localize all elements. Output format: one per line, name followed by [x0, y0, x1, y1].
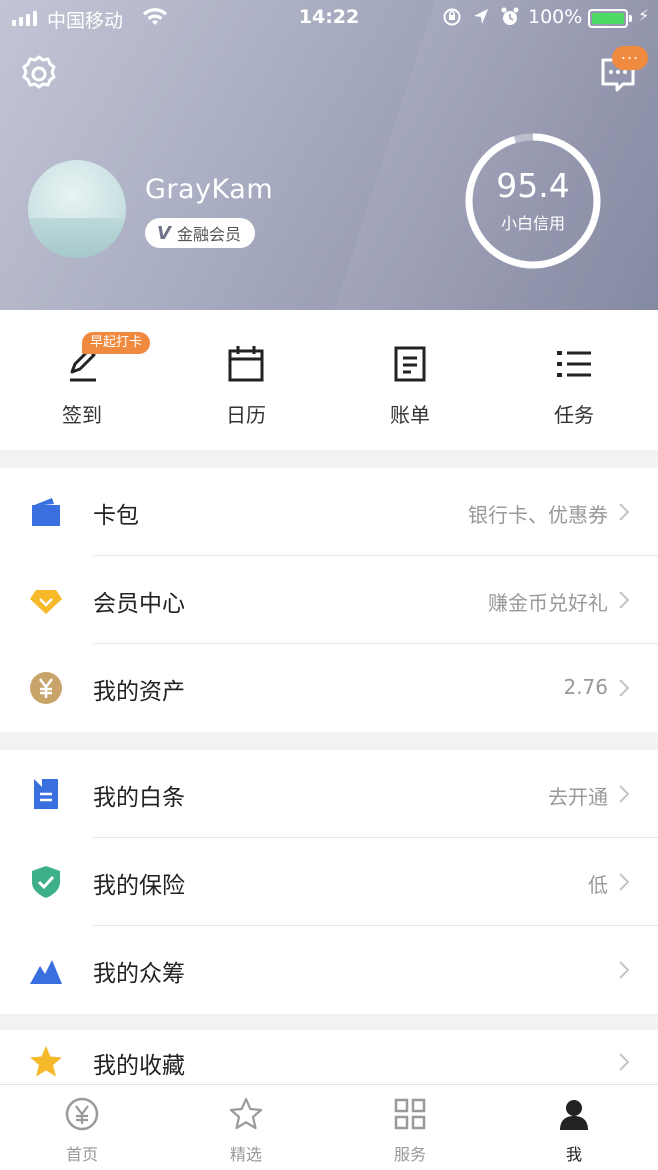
rotation-lock-icon	[443, 8, 461, 26]
early-checkin-tag: 早起打卡	[82, 332, 151, 354]
list-section-favorites: 我的收藏	[0, 1030, 658, 1084]
row-value: 去开通	[548, 785, 608, 809]
row-title: 我的白条	[93, 785, 185, 811]
alarm-icon	[501, 7, 519, 25]
list-icon	[557, 351, 591, 377]
charging-icon: ⚡	[638, 6, 650, 25]
yuan-icon	[65, 1097, 99, 1131]
quick-action-calendar[interactable]: 日历	[164, 310, 328, 450]
avatar[interactable]	[28, 160, 126, 258]
row-title: 会员中心	[93, 591, 185, 617]
row-title: 卡包	[93, 503, 139, 529]
row-value: 低	[588, 873, 608, 897]
profile-header: 中国移动 14:22 100% ⚡ ... GrayKam V 金融会员 95.…	[0, 0, 658, 310]
row-my-iou[interactable]: 我的白条 去开通	[0, 750, 658, 838]
tab-me[interactable]: 我	[492, 1085, 656, 1170]
row-title: 我的众筹	[93, 961, 185, 987]
grid-icon	[394, 1098, 426, 1130]
calendar-icon	[228, 346, 264, 382]
row-my-insurance[interactable]: 我的保险 低	[0, 838, 658, 926]
row-my-assets[interactable]: 我的资产 2.76	[0, 644, 658, 732]
row-value: 银行卡、优惠券	[468, 503, 608, 527]
tab-label: 首页	[65, 1145, 98, 1164]
chevron-right-icon	[619, 785, 630, 803]
tab-featured[interactable]: 精选	[164, 1085, 328, 1170]
credit-score-label: 小白信用	[500, 214, 565, 233]
quick-action-tasks[interactable]: 任务	[492, 310, 656, 450]
star-outline-icon	[229, 1097, 263, 1130]
list-section-finance: 我的白条 去开通 我的保险 低 我的众筹	[0, 750, 658, 1014]
quick-action-label: 签到	[62, 403, 102, 427]
tab-bar: 首页 精选 服务 我	[0, 1084, 658, 1170]
row-my-favorites[interactable]: 我的收藏	[0, 1030, 658, 1084]
row-value: 赚金币兑好礼	[488, 591, 608, 615]
row-card-wallet[interactable]: 卡包 银行卡、优惠券	[0, 468, 658, 556]
bill-icon	[394, 346, 426, 382]
person-icon	[560, 1100, 588, 1130]
message-badge: ...	[612, 46, 648, 70]
member-v-icon: V	[157, 222, 171, 244]
wallet-icon	[32, 498, 60, 526]
tab-home[interactable]: 首页	[0, 1085, 164, 1170]
quick-action-label: 任务	[554, 403, 594, 427]
diamond-icon	[30, 590, 62, 614]
avatar-photo	[28, 218, 126, 258]
username: GrayKam	[145, 174, 274, 205]
quick-action-bill[interactable]: 账单	[328, 310, 492, 450]
quick-action-sign-in[interactable]: 签到	[0, 310, 164, 450]
list-section-cards: 卡包 银行卡、优惠券 会员中心 赚金币兑好礼 我的资产 2.76	[0, 468, 658, 732]
member-badge-label: 金融会员	[176, 225, 241, 244]
row-title: 我的收藏	[93, 1053, 185, 1079]
chevron-right-icon	[619, 1053, 630, 1071]
tab-label: 服务	[393, 1145, 426, 1164]
chevron-right-icon	[619, 503, 630, 521]
location-icon	[474, 9, 488, 24]
shield-icon	[32, 866, 60, 898]
tab-label: 我	[565, 1145, 582, 1164]
chevron-right-icon	[619, 961, 630, 979]
quick-action-label: 日历	[226, 403, 266, 427]
chevron-right-icon	[619, 873, 630, 891]
tab-label: 精选	[229, 1145, 262, 1164]
battery-percent: 100%	[528, 6, 583, 28]
iou-icon	[34, 779, 58, 809]
yuan-coin-icon	[30, 672, 62, 704]
row-member-center[interactable]: 会员中心 赚金币兑好礼	[0, 556, 658, 644]
battery-icon	[588, 9, 632, 28]
row-my-crowdfunding[interactable]: 我的众筹	[0, 926, 658, 1014]
quick-action-label: 账单	[390, 403, 430, 427]
row-title: 我的资产	[93, 679, 185, 705]
credit-score-value: 95.4	[496, 166, 570, 205]
settings-button[interactable]	[18, 53, 60, 95]
gear-icon	[22, 55, 56, 89]
row-title: 我的保险	[93, 873, 185, 899]
status-bar: 中国移动 14:22 100% ⚡	[0, 0, 658, 36]
tab-services[interactable]: 服务	[328, 1085, 492, 1170]
quick-actions: 签到 日历 账单 任务	[0, 310, 658, 450]
member-badge[interactable]: V 金融会员	[145, 218, 255, 248]
chevron-right-icon	[619, 591, 630, 609]
mountain-icon	[30, 960, 62, 984]
chevron-right-icon	[619, 679, 630, 697]
star-icon	[30, 1046, 62, 1077]
row-value: 2.76	[563, 675, 608, 699]
